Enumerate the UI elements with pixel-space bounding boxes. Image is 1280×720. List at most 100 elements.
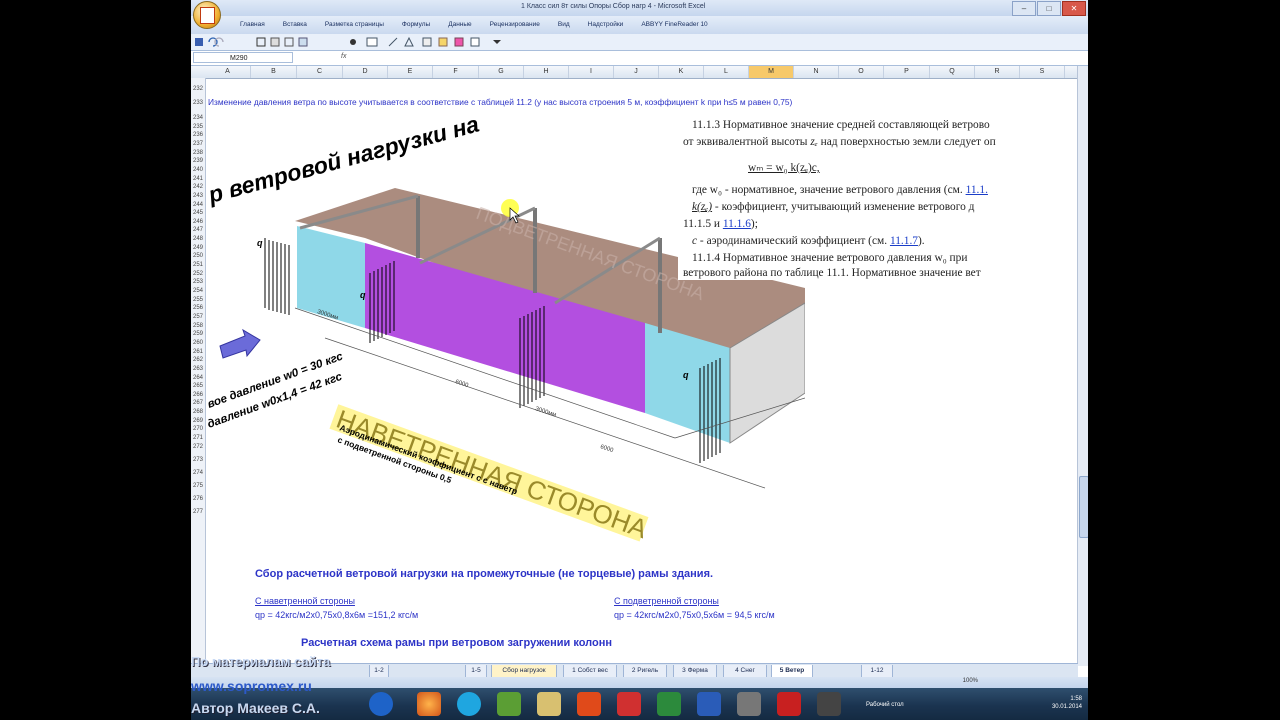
row-number[interactable]: 277 [191, 509, 205, 515]
app-icon[interactable] [777, 692, 801, 716]
row-number[interactable]: 263 [191, 366, 205, 372]
row-number[interactable]: 255 [191, 297, 205, 303]
app-icon[interactable] [617, 692, 641, 716]
column-header-cell[interactable]: P [884, 66, 930, 78]
system-clock[interactable]: 1:58 30.01.2014 [1052, 695, 1082, 711]
app-icon[interactable] [577, 692, 601, 716]
column-header-cell[interactable]: O [839, 66, 884, 78]
row-number[interactable]: 239 [191, 158, 205, 164]
desktop-label[interactable]: Рабочий стол [866, 702, 904, 708]
name-box[interactable]: M290 [193, 52, 293, 63]
row-number[interactable]: 238 [191, 150, 205, 156]
row-number[interactable]: 267 [191, 400, 205, 406]
row-number[interactable]: 241 [191, 176, 205, 182]
row-number[interactable]: 261 [191, 349, 205, 355]
heading-design-wind-load[interactable]: Сбор расчетной ветровой нагрузки на пром… [255, 568, 713, 580]
column-header-cell[interactable]: F [433, 66, 479, 78]
column-header-cell[interactable]: B [251, 66, 297, 78]
player-icon[interactable] [537, 692, 561, 716]
column-header-cell[interactable]: A [205, 66, 251, 78]
row-number[interactable]: 258 [191, 323, 205, 329]
row-number[interactable]: 270 [191, 426, 205, 432]
column-header-cell[interactable]: L [704, 66, 749, 78]
firefox-icon[interactable] [417, 692, 441, 716]
column-header-cell[interactable]: C [297, 66, 343, 78]
column-header-cell[interactable]: Q [930, 66, 975, 78]
ribbon-tab[interactable]: Надстройки [579, 21, 633, 28]
ie-icon[interactable] [369, 692, 393, 716]
ribbon-tab[interactable]: Формулы [393, 21, 439, 28]
scroll-thumb[interactable] [1079, 476, 1088, 538]
row-number[interactable]: 247 [191, 227, 205, 233]
maximize-button[interactable]: □ [1037, 1, 1061, 16]
zoom-level[interactable]: 100% [963, 678, 978, 684]
minimize-button[interactable]: – [1012, 1, 1036, 16]
row-number[interactable]: 235 [191, 124, 205, 130]
leeward-heading[interactable]: С подветренной стороны [614, 596, 719, 606]
row-number[interactable]: 260 [191, 340, 205, 346]
leeward-formula[interactable]: qр = 42кгс/м2х0,75х0,5х6м = 94,5 кгс/м [614, 610, 775, 620]
row-number[interactable]: 244 [191, 202, 205, 208]
column-header-cell[interactable]: D [343, 66, 388, 78]
row-number[interactable]: 266 [191, 392, 205, 398]
row-number[interactable]: 264 [191, 375, 205, 381]
toolbar-icons[interactable] [193, 34, 523, 50]
row-number[interactable]: 234 [191, 115, 205, 121]
ribbon-tab[interactable]: Разметка страницы [316, 21, 393, 28]
word-icon[interactable] [697, 692, 721, 716]
row-number[interactable]: 274 [191, 470, 205, 476]
note-wind-height[interactable]: Изменение давления ветра по высоте учиты… [208, 97, 792, 107]
column-header-cell[interactable]: G [479, 66, 524, 78]
row-number[interactable]: 273 [191, 457, 205, 463]
fx-icon[interactable]: fx [341, 53, 346, 60]
row-number[interactable]: 248 [191, 236, 205, 242]
column-header-cell[interactable]: S [1020, 66, 1065, 78]
row-number[interactable]: 275 [191, 483, 205, 489]
row-number[interactable]: 272 [191, 444, 205, 450]
ribbon-tab[interactable]: Главная [231, 21, 274, 28]
row-number[interactable]: 242 [191, 184, 205, 190]
app-icon[interactable] [817, 692, 841, 716]
windward-heading[interactable]: С наветренной стороны [255, 596, 355, 606]
ribbon-tab[interactable]: Рецензирование [481, 21, 549, 28]
app-icon[interactable] [497, 692, 521, 716]
row-number[interactable]: 232 [191, 86, 205, 92]
row-number[interactable]: 233 [191, 100, 205, 106]
row-number[interactable]: 250 [191, 253, 205, 259]
close-button[interactable]: ✕ [1062, 1, 1086, 16]
row-number[interactable]: 269 [191, 418, 205, 424]
excel-icon[interactable] [657, 692, 681, 716]
column-header-cell[interactable]: I [569, 66, 614, 78]
row-number[interactable]: 254 [191, 288, 205, 294]
norm-text-panel[interactable]: 11.1.3 Нормативное значение средней сост… [678, 112, 1088, 280]
row-number[interactable]: 243 [191, 193, 205, 199]
row-number[interactable]: 276 [191, 496, 205, 502]
vertical-scrollbar[interactable] [1077, 66, 1088, 666]
link-11-1-7[interactable]: 11.1.7 [890, 235, 918, 247]
link-11-1[interactable]: 11.1. [966, 184, 988, 196]
ribbon-tab[interactable]: Вид [549, 21, 579, 28]
row-number[interactable]: 271 [191, 435, 205, 441]
row-number[interactable]: 237 [191, 141, 205, 147]
ribbon-tab[interactable]: Данные [439, 21, 480, 28]
row-number[interactable]: 236 [191, 132, 205, 138]
row-number[interactable]: 251 [191, 262, 205, 268]
windward-formula[interactable]: qр = 42кгс/м2х0,75х0,8х6м =151,2 кгс/м [255, 610, 418, 620]
column-header-cell[interactable]: N [794, 66, 839, 78]
column-header-cell[interactable]: K [659, 66, 704, 78]
row-number[interactable]: 249 [191, 245, 205, 251]
skype-icon[interactable] [457, 692, 481, 716]
row-number[interactable]: 256 [191, 305, 205, 311]
row-number[interactable]: 265 [191, 383, 205, 389]
heading-design-scheme[interactable]: Расчетная схема рамы при ветровом загруж… [301, 637, 612, 649]
app-icon[interactable] [737, 692, 761, 716]
row-number[interactable]: 252 [191, 271, 205, 277]
office-button[interactable] [193, 1, 221, 29]
ribbon-tab[interactable]: Вставка [274, 21, 316, 28]
row-number[interactable]: 259 [191, 331, 205, 337]
column-header-cell[interactable]: M [749, 66, 794, 78]
column-header-cell[interactable]: E [388, 66, 433, 78]
row-number[interactable]: 246 [191, 219, 205, 225]
ribbon-tab[interactable]: ABBYY FineReader 10 [632, 21, 716, 28]
link-11-1-6[interactable]: 11.1.6 [723, 218, 751, 230]
